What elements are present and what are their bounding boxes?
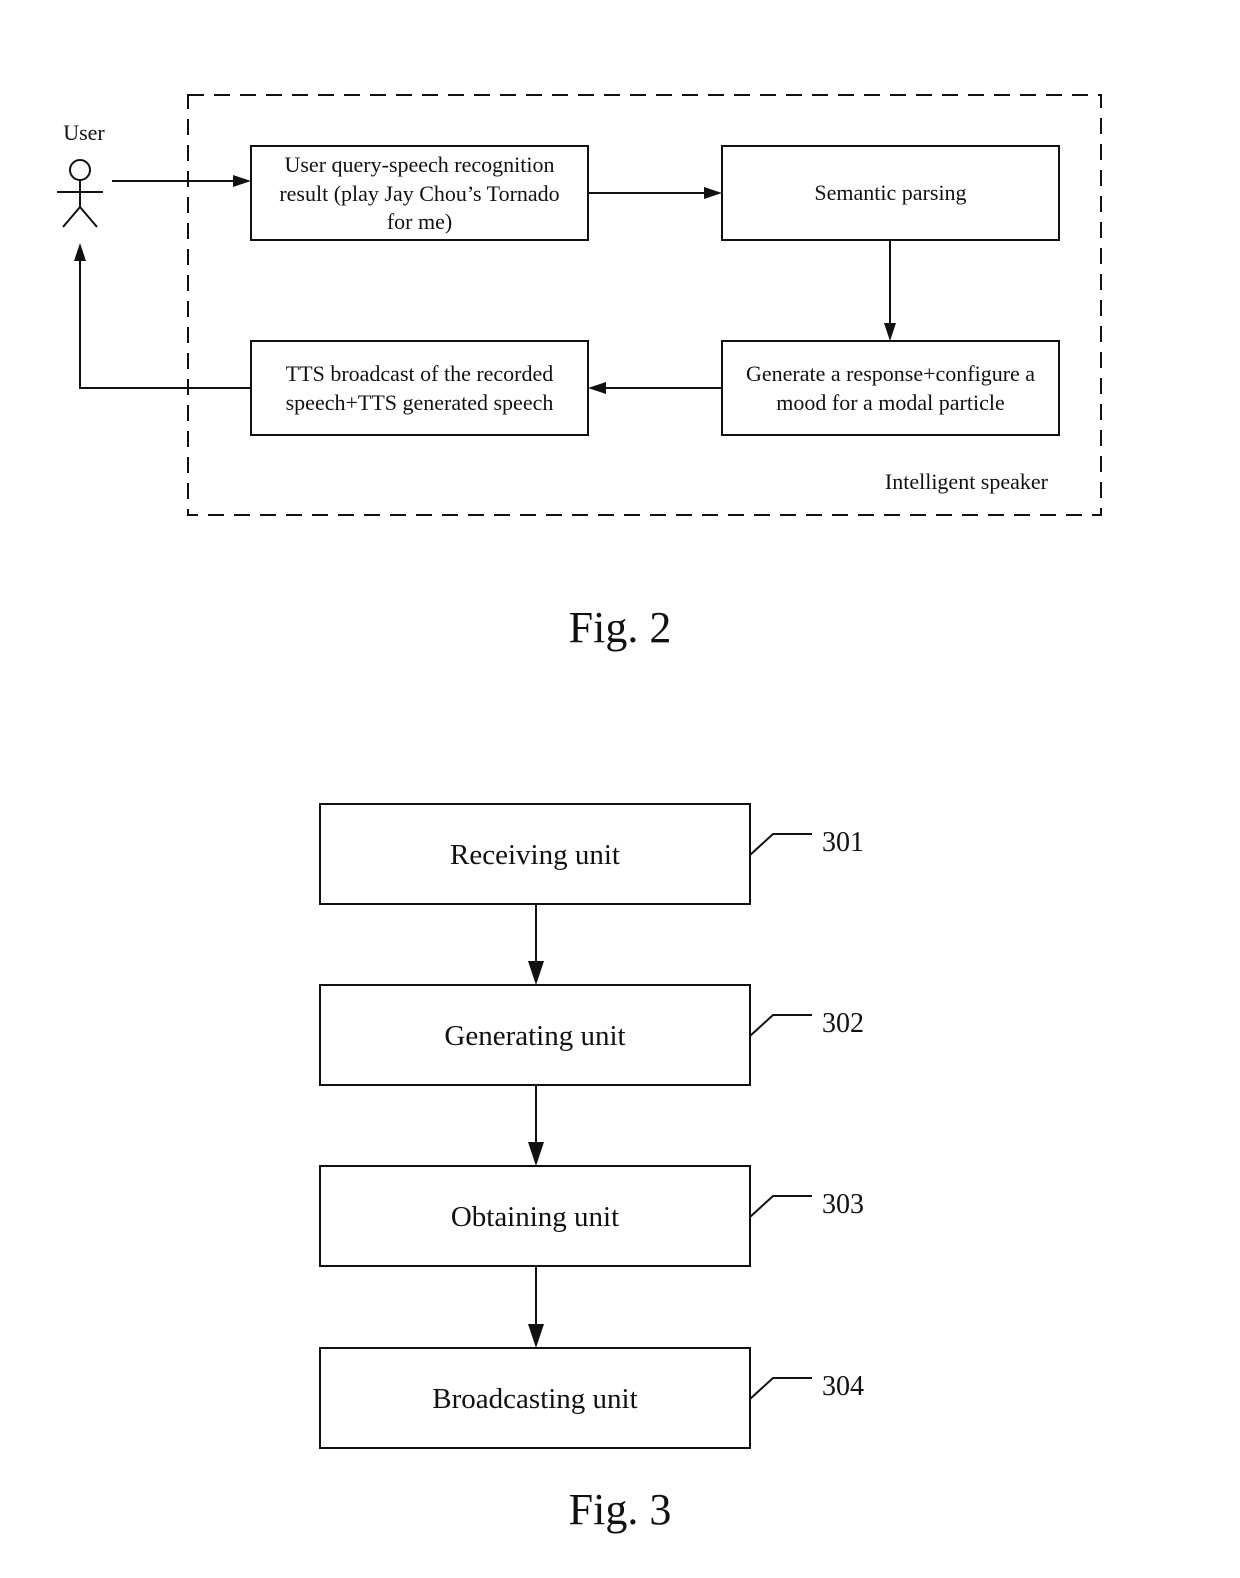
query-box-line-3: for me)	[387, 209, 452, 234]
arrowhead-icon	[884, 323, 896, 341]
figure-3: Receiving unit Generating unit Obtaining…	[319, 803, 864, 1534]
patent-figures: Intelligent speaker User User query-spee…	[57, 94, 1102, 1534]
arrowhead-icon	[588, 382, 606, 394]
tts-broadcast-line-1: TTS broadcast of the recorded	[286, 361, 554, 386]
arrowhead-icon	[528, 961, 544, 985]
edge-302-to-303	[528, 1085, 544, 1166]
arrowhead-icon	[704, 187, 722, 199]
edge-301-to-302	[528, 904, 544, 985]
ref-label-302: 302	[822, 1008, 864, 1039]
broadcasting-unit-label: Broadcasting unit	[432, 1383, 637, 1415]
ref-label-304: 304	[822, 1371, 864, 1402]
fig2-caption: Fig. 2	[569, 603, 672, 652]
generating-unit-label: Generating unit	[444, 1020, 625, 1052]
arrowhead-icon	[528, 1142, 544, 1166]
tts-broadcast-box	[250, 340, 589, 436]
obtaining-unit-label: Obtaining unit	[451, 1201, 619, 1233]
receiving-unit-label: Receiving unit	[450, 839, 620, 871]
ref-label-303: 303	[822, 1189, 864, 1220]
query-box-line-1: User query-speech recognition	[284, 152, 554, 177]
arrowhead-icon	[233, 175, 251, 187]
semantic-parsing-label: Semantic parsing	[814, 180, 966, 205]
ref-label-301: 301	[822, 827, 864, 858]
ref-leader-303	[749, 1195, 812, 1218]
fig3-caption: Fig. 3	[569, 1485, 672, 1534]
edge-user-to-query	[112, 175, 251, 187]
arrowhead-icon	[528, 1324, 544, 1348]
ref-leader-301	[749, 833, 812, 856]
ref-leader-302	[749, 1014, 812, 1037]
tts-broadcast-line-2: speech+TTS generated speech	[286, 390, 554, 415]
query-box-line-2: result (play Jay Chou’s Tornado	[279, 181, 559, 206]
arrowhead-icon	[74, 243, 86, 261]
edge-303-to-304	[528, 1266, 544, 1348]
figure-2: Intelligent speaker User User query-spee…	[57, 94, 1102, 652]
edge-tts-to-user	[74, 243, 251, 389]
ref-leader-304	[749, 1377, 812, 1400]
user-label: User	[63, 120, 105, 145]
container-label: Intelligent speaker	[885, 469, 1049, 494]
edge-semantic-to-generate	[884, 240, 896, 341]
generate-response-line-2: mood for a modal particle	[776, 390, 1004, 415]
generate-response-line-1: Generate a response+configure a	[746, 361, 1035, 386]
edge-generate-to-tts	[588, 382, 722, 394]
generate-response-box	[721, 340, 1060, 436]
user-actor-icon	[57, 159, 103, 228]
edge-query-to-semantic	[588, 187, 722, 199]
